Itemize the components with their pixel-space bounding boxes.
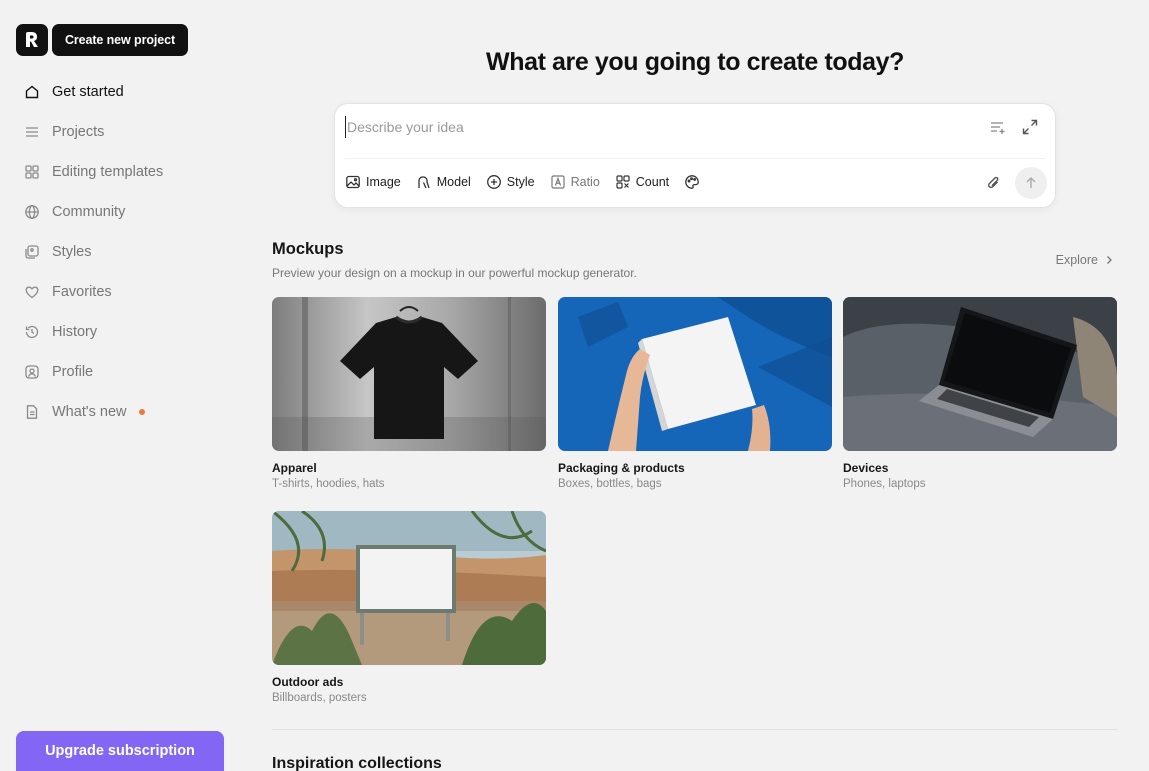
sidebar-item-profile[interactable]: Profile (16, 352, 226, 392)
sidebar-item-get-started[interactable]: Get started (16, 72, 226, 112)
attach-icon[interactable] (985, 174, 1003, 192)
outdoor-ads-thumbnail (272, 511, 546, 665)
mockup-card-outdoor-ads[interactable]: Outdoor ads Billboards, posters (272, 511, 546, 704)
create-new-project-button[interactable]: Create new project (52, 24, 188, 56)
option-label: Count (635, 175, 670, 189)
mockup-card-devices[interactable]: Devices Phones, laptops (843, 297, 1117, 490)
sidebar-item-label: Community (52, 204, 126, 220)
explore-label: Explore (1055, 253, 1098, 267)
upgrade-subscription-button[interactable]: Upgrade subscription (16, 731, 224, 771)
prompt-card: Image Model Style Ratio Count (334, 103, 1056, 208)
sidebar-item-whats-new[interactable]: What's new (16, 392, 226, 432)
sidebar-item-label: Projects (52, 124, 105, 140)
sidebar-item-label: Profile (52, 364, 94, 380)
send-button[interactable] (1015, 167, 1047, 199)
ratio-icon (550, 175, 565, 189)
ratio-option-button[interactable]: Ratio (550, 174, 600, 190)
sidebar-item-label: Get started (52, 84, 124, 100)
card-title: Packaging & products (558, 461, 685, 475)
devices-thumbnail (843, 297, 1117, 451)
card-title: Outdoor ads (272, 675, 344, 689)
expand-icon[interactable] (1021, 118, 1039, 136)
new-badge (138, 409, 145, 415)
sidebar: Create new project Get started Projects … (0, 0, 240, 771)
section-divider (272, 729, 1118, 730)
option-label: Ratio (570, 175, 600, 189)
card-title: Apparel (272, 461, 317, 475)
globe-icon (24, 204, 40, 220)
sidebar-nav: Get started Projects Editing templates C… (16, 72, 226, 432)
sidebar-item-label: Favorites (52, 284, 112, 300)
sidebar-item-community[interactable]: Community (16, 192, 226, 232)
logo[interactable] (16, 24, 48, 56)
count-icon (616, 175, 630, 189)
card-subtitle: Billboards, posters (272, 692, 367, 704)
card-subtitle: Boxes, bottles, bags (558, 478, 662, 490)
sidebar-item-projects[interactable]: Projects (16, 112, 226, 152)
count-option-button[interactable]: Count (615, 174, 669, 190)
image-option-button[interactable]: Image (345, 174, 401, 190)
styles-icon (24, 244, 40, 260)
mockup-card-packaging[interactable]: Packaging & products Boxes, bottles, bag… (558, 297, 832, 490)
app: Create new project Get started Projects … (0, 0, 1149, 771)
mockups-title: Mockups (272, 240, 344, 258)
mockups-description: Preview your design on a mockup in our p… (272, 266, 637, 280)
style-option-button[interactable]: Style (486, 174, 535, 190)
palette-icon (685, 175, 699, 189)
card-subtitle: Phones, laptops (843, 478, 926, 490)
plus-circle-icon (486, 175, 501, 189)
sidebar-item-label: Styles (52, 244, 92, 260)
mockup-card-apparel[interactable]: Apparel T-shirts, hoodies, hats (272, 297, 546, 490)
card-subtitle: T-shirts, hoodies, hats (272, 478, 385, 490)
palette-option-button[interactable] (684, 174, 705, 190)
sidebar-item-label: History (52, 324, 98, 340)
history-icon (24, 324, 40, 340)
sidebar-item-editing-templates[interactable]: Editing templates (16, 152, 226, 192)
sidebar-item-history[interactable]: History (16, 312, 226, 352)
model-icon (418, 176, 430, 189)
apparel-thumbnail (272, 297, 546, 451)
prompt-divider (345, 158, 1045, 159)
option-label: Style (506, 175, 535, 189)
option-label: Image (366, 175, 401, 189)
inspiration-collections-title: Inspiration collections (272, 755, 442, 771)
list-icon (24, 124, 40, 140)
prompt-options: Image Model Style Ratio Count (345, 174, 720, 190)
option-label: Model (436, 175, 471, 189)
explore-link[interactable]: Explore (1056, 253, 1115, 267)
arrow-up-icon (1026, 177, 1036, 188)
sidebar-item-styles[interactable]: Styles (16, 232, 226, 272)
card-title: Devices (843, 461, 889, 475)
prompt-input[interactable] (345, 116, 945, 138)
grid-icon (24, 164, 40, 180)
document-icon (24, 404, 40, 420)
page-title: What are you going to create today? (486, 48, 904, 76)
prompt-top-tools (989, 118, 1039, 136)
prompt-actions (985, 167, 1047, 199)
packaging-thumbnail (558, 297, 832, 451)
chevron-right-icon (1107, 256, 1112, 264)
image-icon (346, 175, 360, 189)
profile-icon (24, 364, 40, 380)
sidebar-item-favorites[interactable]: Favorites (16, 272, 226, 312)
sidebar-item-label: Editing templates (52, 164, 164, 180)
home-icon (24, 84, 40, 100)
heart-icon (24, 284, 40, 300)
prompt-enhance-icon[interactable] (989, 118, 1007, 136)
sidebar-item-label: What's new (52, 404, 127, 420)
logo-icon (26, 32, 38, 47)
model-option-button[interactable]: Model (416, 174, 471, 190)
